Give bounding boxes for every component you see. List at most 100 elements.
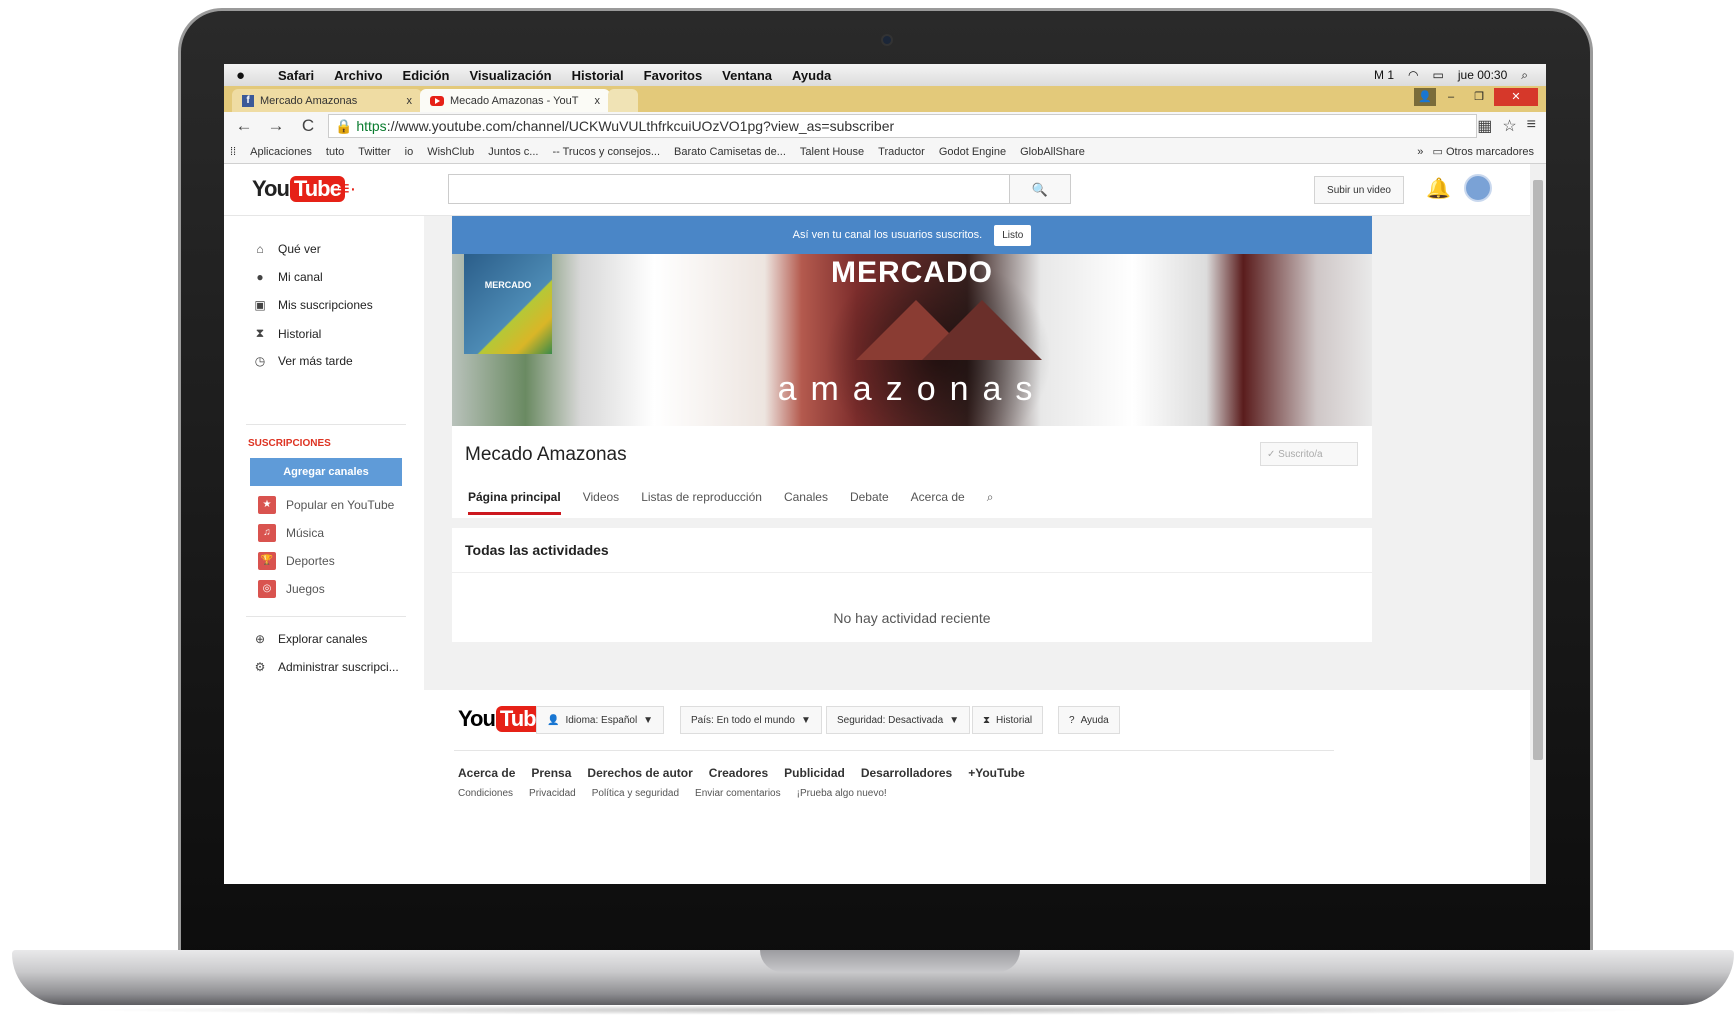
minimize-button[interactable]: – [1438,88,1464,106]
url-field[interactable]: 🔒 https ://www.youtube.com/channel/UCKWu… [328,114,1478,138]
menu-historial[interactable]: Historial [572,68,624,83]
clock[interactable]: jue 00:30 [1458,68,1507,82]
avatar[interactable] [1464,174,1492,202]
guide-item-explorar[interactable]: ⊕ Explorar canales [254,632,367,646]
menu-safari[interactable]: Safari [278,68,314,83]
add-channels-button[interactable]: Agregar canales [250,458,402,486]
sub-item-juegos[interactable]: ◎ Juegos [258,580,325,598]
search-input[interactable] [448,174,1014,204]
footer-small-link[interactable]: ¡Prueba algo nuevo! [797,788,887,799]
close-window-button[interactable]: ✕ [1494,88,1538,106]
footer-small-link[interactable]: Condiciones [458,788,513,799]
bookmark-item[interactable]: tuto [326,146,344,158]
guide-item-ver-mas-tarde[interactable]: ◷ Ver más tarde [254,354,353,368]
footer-link[interactable]: Desarrolladores [861,766,952,780]
bookmark-item[interactable]: Talent House [800,146,864,158]
menu-edicion[interactable]: Edición [403,68,450,83]
footer-link[interactable]: Prensa [531,766,571,780]
forward-icon[interactable]: → [264,116,288,136]
menu-icon[interactable]: ≡ [1527,116,1536,136]
footer-link[interactable]: +YouTube [968,766,1025,780]
help-button[interactable]: ? Ayuda [1058,706,1120,734]
wifi-icon[interactable]: ◠ [1408,68,1418,82]
extension-icon[interactable]: ▦ [1477,116,1492,136]
bookmark-item[interactable]: Barato Camisetas de... [674,146,786,158]
history-button[interactable]: ⧗ Historial [972,706,1044,734]
tab-canales[interactable]: Canales [784,490,828,515]
guide-sidebar: ⌂ Qué ver ● Mi canal ▣ Mis suscripciones ⧗ H… [224,216,424,884]
menu-visualizacion[interactable]: Visualización [470,68,552,83]
bookmark-item[interactable]: WishClub [427,146,474,158]
subscribed-button[interactable]: ✓ Suscrito/a [1260,442,1358,466]
tab-close-button[interactable]: x [595,95,601,107]
tab-mercado-amazonas[interactable]: f Mercado Amazonas x [232,89,422,112]
sub-item-deportes[interactable]: 🏆 Deportes [258,552,335,570]
sub-item-popular[interactable]: ★ Popular en YouTube [258,496,394,514]
search-icon[interactable]: ⌕ [987,490,994,515]
safety-button[interactable]: Seguridad: Desactivada ▼ [826,706,971,734]
youtube-logo[interactable]: You Tube [252,176,345,202]
back-icon[interactable]: ← [232,116,256,136]
bookmark-item[interactable]: Godot Engine [939,146,1006,158]
restore-button[interactable]: ❐ [1466,88,1492,106]
other-bookmarks[interactable]: Otros marcadores [1446,146,1534,158]
screen: ● Safari Archivo Edición Visualización H… [224,64,1546,884]
activity-empty: No hay actividad reciente [833,610,991,626]
bell-icon[interactable]: 🔔 [1426,176,1451,201]
plus-circle-icon: ⊕ [254,632,266,646]
bookmark-item[interactable]: Twitter [358,146,390,158]
guide-menu-icon[interactable]: ≡· [338,178,356,201]
tab-youtube[interactable]: Mecado Amazonas - YouT x [420,89,610,112]
footer-link[interactable]: Creadores [709,766,768,780]
tab-acerca-de[interactable]: Acerca de [911,490,965,515]
scrollbar-thumb[interactable] [1533,180,1543,760]
headphones-icon: ♫ [258,524,276,542]
footer-small-link[interactable]: Privacidad [529,788,576,799]
bookmark-item[interactable]: -- Trucos y consejos... [552,146,660,158]
channel-banner: MERCADO amazonas MERCADO [452,254,1372,426]
bookmark-item[interactable]: io [405,146,414,158]
footer-link[interactable]: Publicidad [784,766,845,780]
bookmark-item[interactable]: Traductor [878,146,925,158]
search-icon[interactable]: ⌕ [1521,68,1528,83]
masthead: You Tube ≡· 🔍 Subir un video 🔔 [224,164,1530,216]
upload-button[interactable]: Subir un video [1314,176,1404,204]
laptop-shadow [80,1005,1660,1015]
guide-item-mi-canal[interactable]: ● Mi canal [254,270,322,284]
bookmark-item[interactable]: GlobAllShare [1020,146,1085,158]
footer-small-link[interactable]: Enviar comentarios [695,788,781,799]
footer-link[interactable]: Derechos de autor [587,766,692,780]
menu-ventana[interactable]: Ventana [722,68,772,83]
tab-debate[interactable]: Debate [850,490,889,515]
sub-item-musica[interactable]: ♫ Música [258,524,324,542]
tab-pagina-principal[interactable]: Página principal [468,490,561,515]
tab-listas[interactable]: Listas de reproducción [641,490,762,515]
menu-favoritos[interactable]: Favoritos [644,68,703,83]
star-icon[interactable]: ☆ [1502,116,1516,136]
scrollbar[interactable] [1530,164,1546,884]
apple-icon[interactable]: ● [236,67,258,84]
channel-thumbnail[interactable]: MERCADO [464,254,552,354]
footer-link[interactable]: Acerca de [458,766,515,780]
guide-item-que-ver[interactable]: ⌂ Qué ver [254,242,320,256]
battery-icon[interactable]: ▭ [1433,68,1444,82]
country-button[interactable]: País: En todo el mundo ▼ [680,706,822,734]
new-tab-button[interactable] [608,89,638,112]
reload-icon[interactable]: C [296,116,320,136]
menu-archivo[interactable]: Archivo [334,68,382,83]
bookmark-item[interactable]: Aplicaciones [250,146,312,158]
menu-ayuda[interactable]: Ayuda [792,68,831,83]
search-button[interactable]: 🔍 [1009,174,1071,204]
tab-close-button[interactable]: x [407,95,413,107]
guide-item-suscripciones[interactable]: ▣ Mis suscripciones [254,298,372,312]
user-icon[interactable]: 👤 [1414,88,1436,106]
bookmark-item[interactable]: Juntos c... [488,146,538,158]
status-m1[interactable]: M 1 [1374,68,1394,82]
guide-item-administrar[interactable]: ⚙ Administrar suscripci... [254,660,399,674]
guide-item-historial[interactable]: ⧗ Historial [254,326,322,341]
bookmarks-more[interactable]: » [1417,146,1423,158]
tab-videos[interactable]: Videos [583,490,619,515]
language-button[interactable]: 👤 Idioma: Español ▼ [536,706,665,734]
done-button[interactable]: Listo [994,224,1032,246]
footer-small-link[interactable]: Política y seguridad [592,788,679,799]
